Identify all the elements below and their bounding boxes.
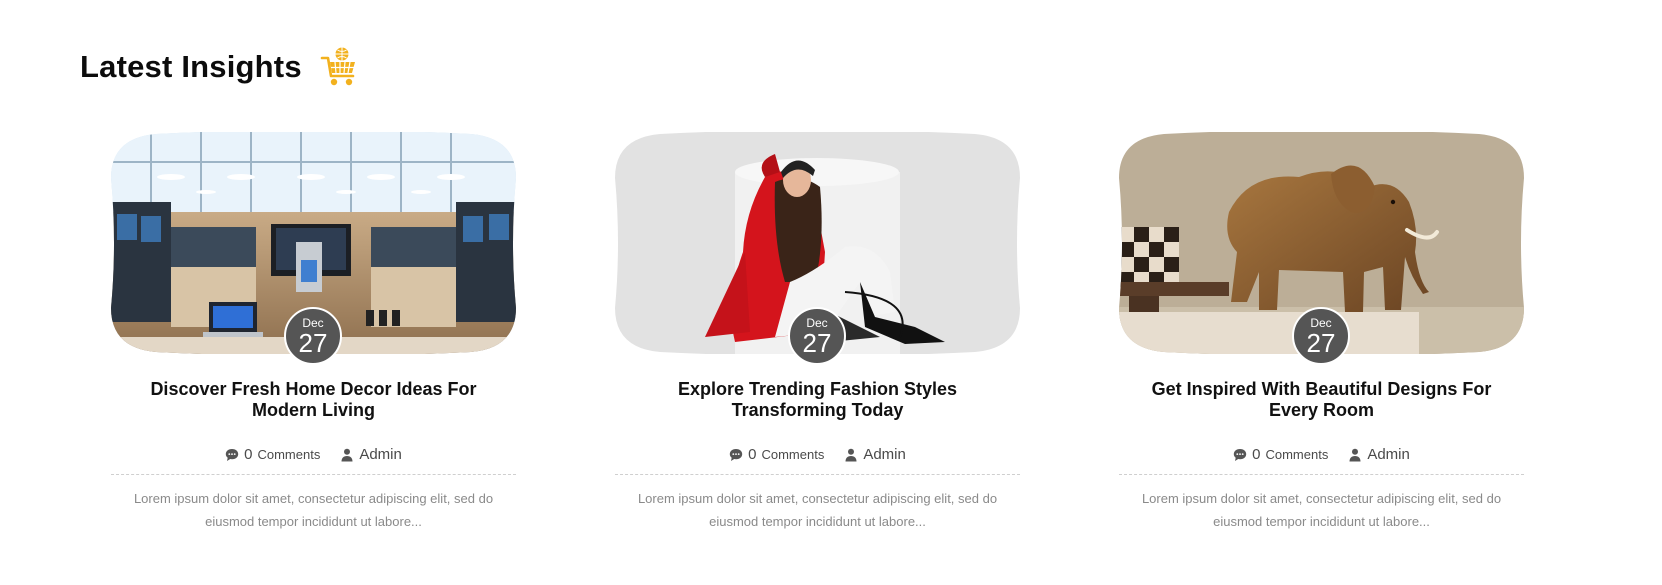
post-meta: 0 Comments Admin: [1119, 446, 1524, 475]
comments-count: 0: [244, 446, 253, 463]
author-link[interactable]: Admin: [1348, 446, 1410, 463]
posts-grid: Dec 27 Discover Fresh Home Decor Ideas F…: [111, 132, 1524, 533]
author-name: Admin: [1367, 446, 1410, 463]
comments-count: 0: [1252, 446, 1261, 463]
post-card: Dec 27 Explore Trending Fashion Styles T…: [615, 132, 1020, 533]
author-name: Admin: [863, 446, 906, 463]
post-excerpt: Lorem ipsum dolor sit amet, consectetur …: [133, 491, 494, 529]
comment-icon: [729, 448, 743, 461]
user-icon: [1349, 448, 1361, 461]
date-day: 27: [298, 327, 328, 358]
date-badge: Dec 27: [1292, 307, 1350, 365]
author-name: Admin: [359, 446, 402, 463]
author-link[interactable]: Admin: [844, 446, 906, 463]
post-excerpt: Lorem ipsum dolor sit amet, consectetur …: [1141, 491, 1502, 529]
author-link[interactable]: Admin: [340, 446, 402, 463]
section-title: Latest Insights: [80, 49, 302, 84]
post-meta: 0 Comments Admin: [615, 446, 1020, 475]
post-title[interactable]: Get Inspired With Beautiful Designs For …: [1119, 379, 1524, 421]
post-excerpt: Lorem ipsum dolor sit amet, consectetur …: [637, 491, 998, 529]
date-day: 27: [802, 327, 832, 358]
comments-label: Comments: [257, 447, 321, 462]
latest-insights-section: Latest Insights Dec 27 Discover Fresh Ho…: [0, 0, 1662, 585]
comments-count: 0: [748, 446, 757, 463]
user-icon: [341, 448, 353, 461]
date-day: 27: [1306, 327, 1336, 358]
post-card: Dec 27 Get Inspired With Beautiful Desig…: [1119, 132, 1524, 533]
user-icon: [845, 448, 857, 461]
comments-label: Comments: [761, 447, 825, 462]
post-image-wrapper[interactable]: Dec 27: [111, 132, 516, 365]
comments-label: Comments: [1265, 447, 1329, 462]
shopping-cart-icon: [320, 46, 358, 88]
date-badge: Dec 27: [788, 307, 846, 365]
post-title[interactable]: Discover Fresh Home Decor Ideas For Mode…: [111, 379, 516, 421]
comments-link[interactable]: 0 Comments: [225, 446, 320, 463]
comments-link[interactable]: 0 Comments: [1233, 446, 1328, 463]
post-card: Dec 27 Discover Fresh Home Decor Ideas F…: [111, 132, 516, 533]
post-image-wrapper[interactable]: Dec 27: [1119, 132, 1524, 365]
comment-icon: [225, 448, 239, 461]
date-badge: Dec 27: [284, 307, 342, 365]
post-image-wrapper[interactable]: Dec 27: [615, 132, 1020, 365]
post-meta: 0 Comments Admin: [111, 446, 516, 475]
comment-icon: [1233, 448, 1247, 461]
section-header: Latest Insights: [80, 46, 358, 88]
comments-link[interactable]: 0 Comments: [729, 446, 824, 463]
post-title[interactable]: Explore Trending Fashion Styles Transfor…: [615, 379, 1020, 421]
